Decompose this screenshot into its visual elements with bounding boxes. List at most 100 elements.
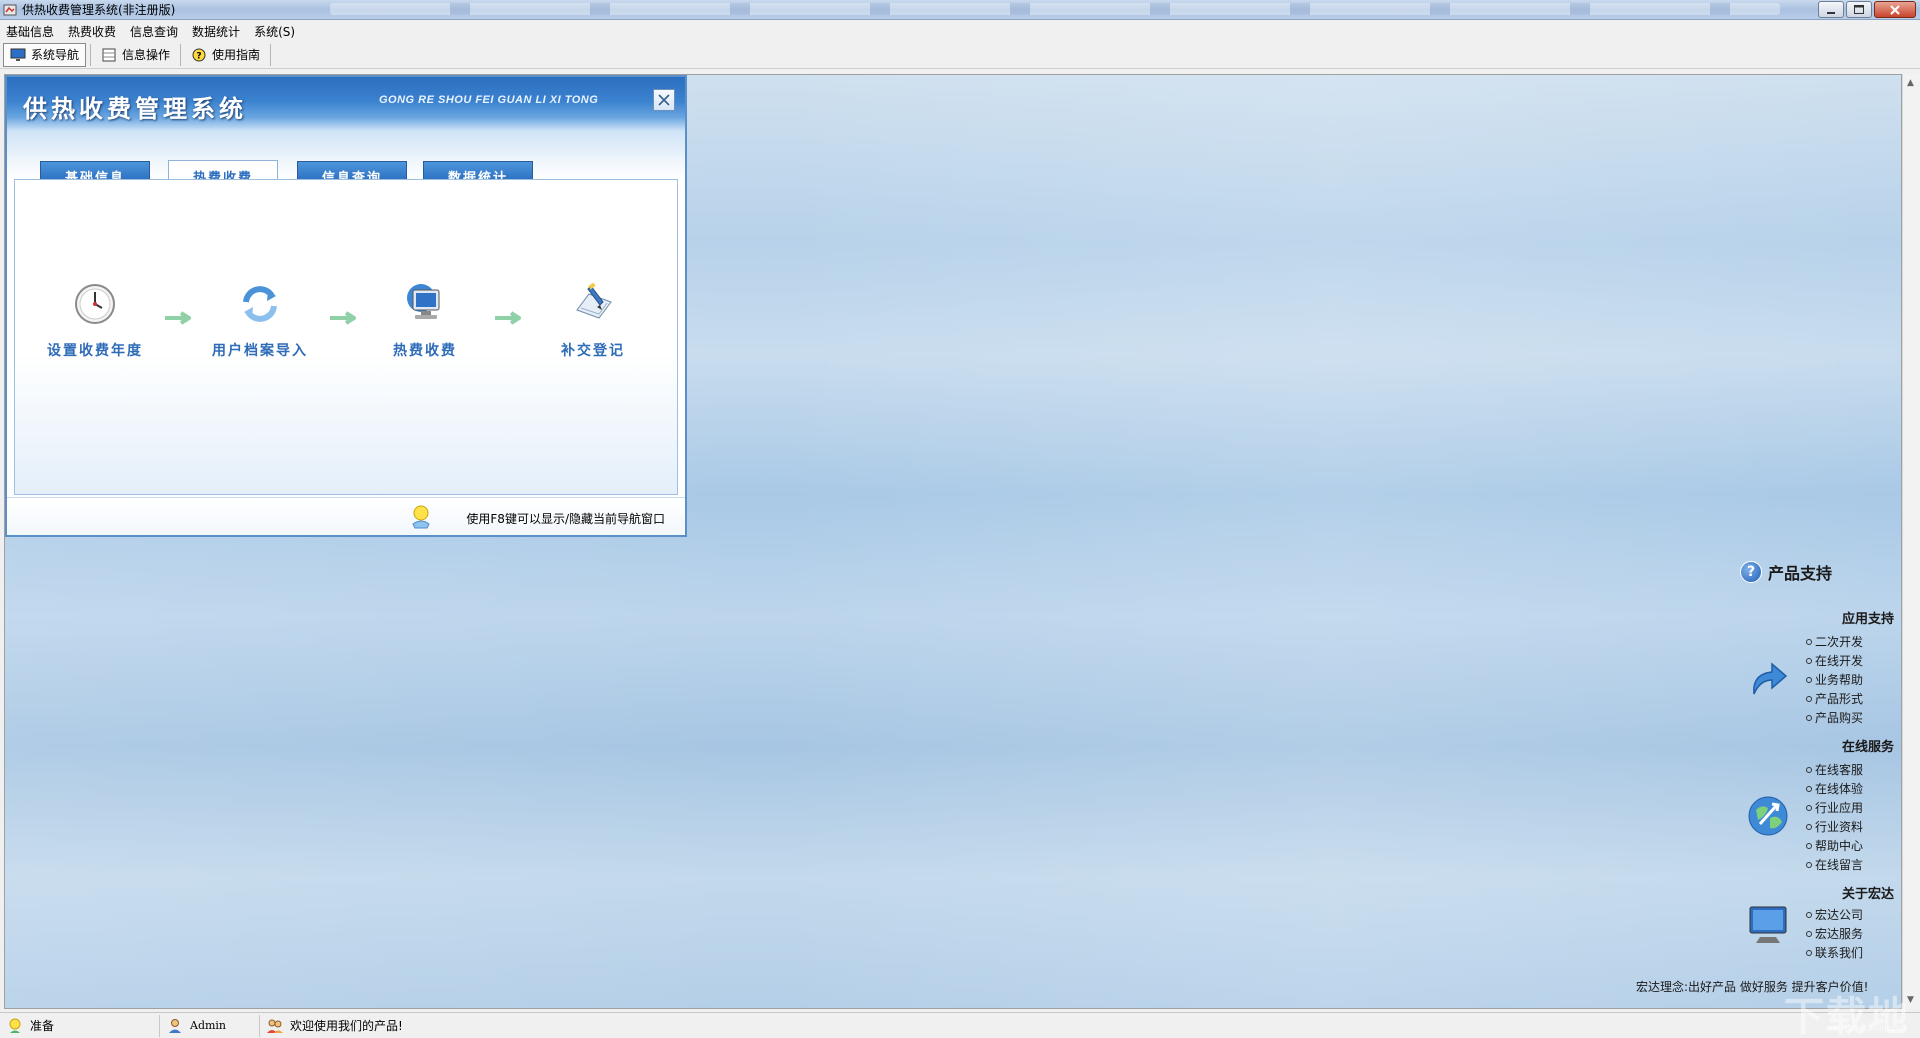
window-controls (1818, 1, 1916, 18)
menu-statistics[interactable]: 数据统计 (186, 23, 248, 40)
link-label: 在线客服 (1815, 763, 1864, 777)
section-links: 宏达公司 宏达服务 联系我们 (1806, 905, 1900, 962)
system-nav-label: 系统导航 (31, 48, 80, 62)
bullet-icon (1806, 785, 1812, 792)
status-welcome: 欢迎使用我们的产品! (260, 1015, 560, 1037)
vertical-scrollbar[interactable]: ▲ ▼ (1902, 74, 1920, 1009)
scroll-up-icon[interactable]: ▲ (1907, 78, 1914, 88)
taskbar-blur (330, 3, 1780, 15)
table-icon (101, 48, 117, 62)
link-help-center[interactable]: 帮助中心 (1806, 836, 1900, 855)
link-label: 在线体验 (1815, 782, 1864, 796)
link-label: 宏达服务 (1815, 927, 1864, 941)
step-label: 用户档案导入 (212, 343, 308, 359)
bullet-icon (1806, 695, 1812, 702)
navigation-window: 供热收费管理系统 GONG RE SHOU FEI GUAN LI XI TON… (5, 75, 687, 537)
menu-info-query[interactable]: 信息查询 (124, 23, 186, 40)
bullet-icon (1806, 638, 1812, 645)
menu-basic-info[interactable]: 基础信息 (0, 23, 62, 40)
link-label: 业务帮助 (1815, 673, 1864, 687)
maximize-button[interactable] (1846, 1, 1872, 18)
link-hongda-service[interactable]: 宏达服务 (1806, 924, 1900, 943)
step-set-fee-year[interactable]: 设置收费年度 (35, 280, 155, 360)
product-support-title: ? 产品支持 (1740, 560, 1900, 584)
bullet-icon (1806, 930, 1812, 937)
toolbar-separator (180, 43, 182, 66)
menu-system[interactable]: 系统(S) (248, 23, 303, 40)
status-user: Admin (160, 1014, 260, 1037)
link-online-service[interactable]: 在线客服 (1806, 760, 1900, 779)
bullet-icon (1806, 804, 1812, 811)
watermark-url: www.xiazaidi.com (1825, 1024, 1907, 1034)
toolbar: 系统导航 信息操作 ? 使用指南 (0, 41, 1920, 69)
refresh-icon (236, 280, 284, 328)
status-icon (6, 1017, 24, 1035)
link-business-help[interactable]: 业务帮助 (1806, 670, 1900, 689)
user-guide-label: 使用指南 (212, 48, 261, 62)
section-heading: 关于宏达 (1841, 887, 1894, 902)
nav-footer: 使用F8键可以显示/隐藏当前导航窗口 (7, 497, 685, 535)
computer-icon (401, 280, 449, 328)
product-support-panel: ? 产品支持 应用支持 二次开发 在线开发 业务帮助 产品形式 产品购买 在线服… (1740, 560, 1900, 960)
link-online-trial[interactable]: 在线体验 (1806, 779, 1900, 798)
edit-icon (569, 280, 617, 328)
system-nav-button[interactable]: 系统导航 (3, 42, 87, 67)
link-label: 产品形式 (1815, 692, 1864, 706)
globe-icon (1748, 796, 1788, 836)
arrow-right-icon (330, 311, 356, 325)
nav-title: 供热收费管理系统 (23, 94, 247, 123)
step-label: 补交登记 (561, 343, 625, 359)
link-label: 联系我们 (1815, 946, 1864, 960)
link-label: 行业资料 (1815, 820, 1864, 834)
window-title: 供热收费管理系统(非注册版) (22, 3, 176, 17)
bullet-icon (1806, 766, 1812, 773)
link-label: 产品购买 (1815, 711, 1864, 725)
nav-tab-bar: 基础信息 热费收费 信息查询 数据统计 (7, 131, 685, 192)
app-icon (2, 2, 18, 18)
link-label: 行业应用 (1815, 801, 1864, 815)
clock-icon (71, 280, 119, 328)
status-bar: 准备 Admin 欢迎使用我们的产品! (0, 1012, 1920, 1038)
bullet-icon (1806, 676, 1812, 683)
nav-close-button[interactable] (653, 89, 675, 111)
link-label: 在线留言 (1815, 858, 1864, 872)
svg-text:?: ? (196, 51, 201, 61)
link-contact-us[interactable]: 联系我们 (1806, 943, 1900, 962)
link-industry-docs[interactable]: 行业资料 (1806, 817, 1900, 836)
step-heating-fee-collection[interactable]: 热费收费 (365, 280, 485, 360)
link-product-form[interactable]: 产品形式 (1806, 689, 1900, 708)
minimize-button[interactable] (1818, 1, 1844, 18)
info-operation-label: 信息操作 (122, 48, 171, 62)
step-import-user-records[interactable]: 用户档案导入 (200, 280, 320, 360)
section-heading: 应用支持 (1841, 612, 1894, 627)
link-product-purchase[interactable]: 产品购买 (1806, 708, 1900, 727)
user-icon (166, 1017, 184, 1035)
link-industry-app[interactable]: 行业应用 (1806, 798, 1900, 817)
section-heading: 在线服务 (1841, 740, 1894, 755)
bullet-icon (1806, 842, 1812, 849)
nav-tab-content: 设置收费年度 用户档案导入 热费收费 补交登记 (14, 179, 678, 495)
bullet-icon (1806, 823, 1812, 830)
user-name: Admin (190, 1019, 227, 1032)
info-operation-button[interactable]: 信息操作 (95, 43, 176, 67)
link-hongda-company[interactable]: 宏达公司 (1806, 905, 1900, 924)
monitor-icon (1749, 906, 1787, 943)
users-icon (266, 1017, 284, 1035)
nav-pinyin: GONG RE SHOU FEI GUAN LI XI TONG (379, 94, 599, 106)
monitor-icon (10, 48, 26, 62)
bullet-icon (1806, 714, 1812, 721)
share-arrow-icon (1753, 662, 1788, 695)
close-button[interactable] (1874, 1, 1916, 18)
help-icon: ? (191, 48, 207, 62)
question-icon: ? (1740, 561, 1762, 583)
link-secondary-dev[interactable]: 二次开发 (1806, 632, 1900, 651)
nav-header: 供热收费管理系统 GONG RE SHOU FEI GUAN LI XI TON… (7, 77, 685, 131)
user-guide-button[interactable]: ? 使用指南 (185, 43, 266, 67)
menu-fee-collection[interactable]: 热费收费 (62, 23, 124, 40)
step-supplementary-registration[interactable]: 补交登记 (533, 280, 653, 360)
link-leave-message[interactable]: 在线留言 (1806, 855, 1900, 874)
link-online-dev[interactable]: 在线开发 (1806, 651, 1900, 670)
link-label: 宏达公司 (1815, 908, 1864, 922)
status-ready: 准备 (0, 1014, 160, 1037)
step-label: 设置收费年度 (47, 343, 143, 359)
